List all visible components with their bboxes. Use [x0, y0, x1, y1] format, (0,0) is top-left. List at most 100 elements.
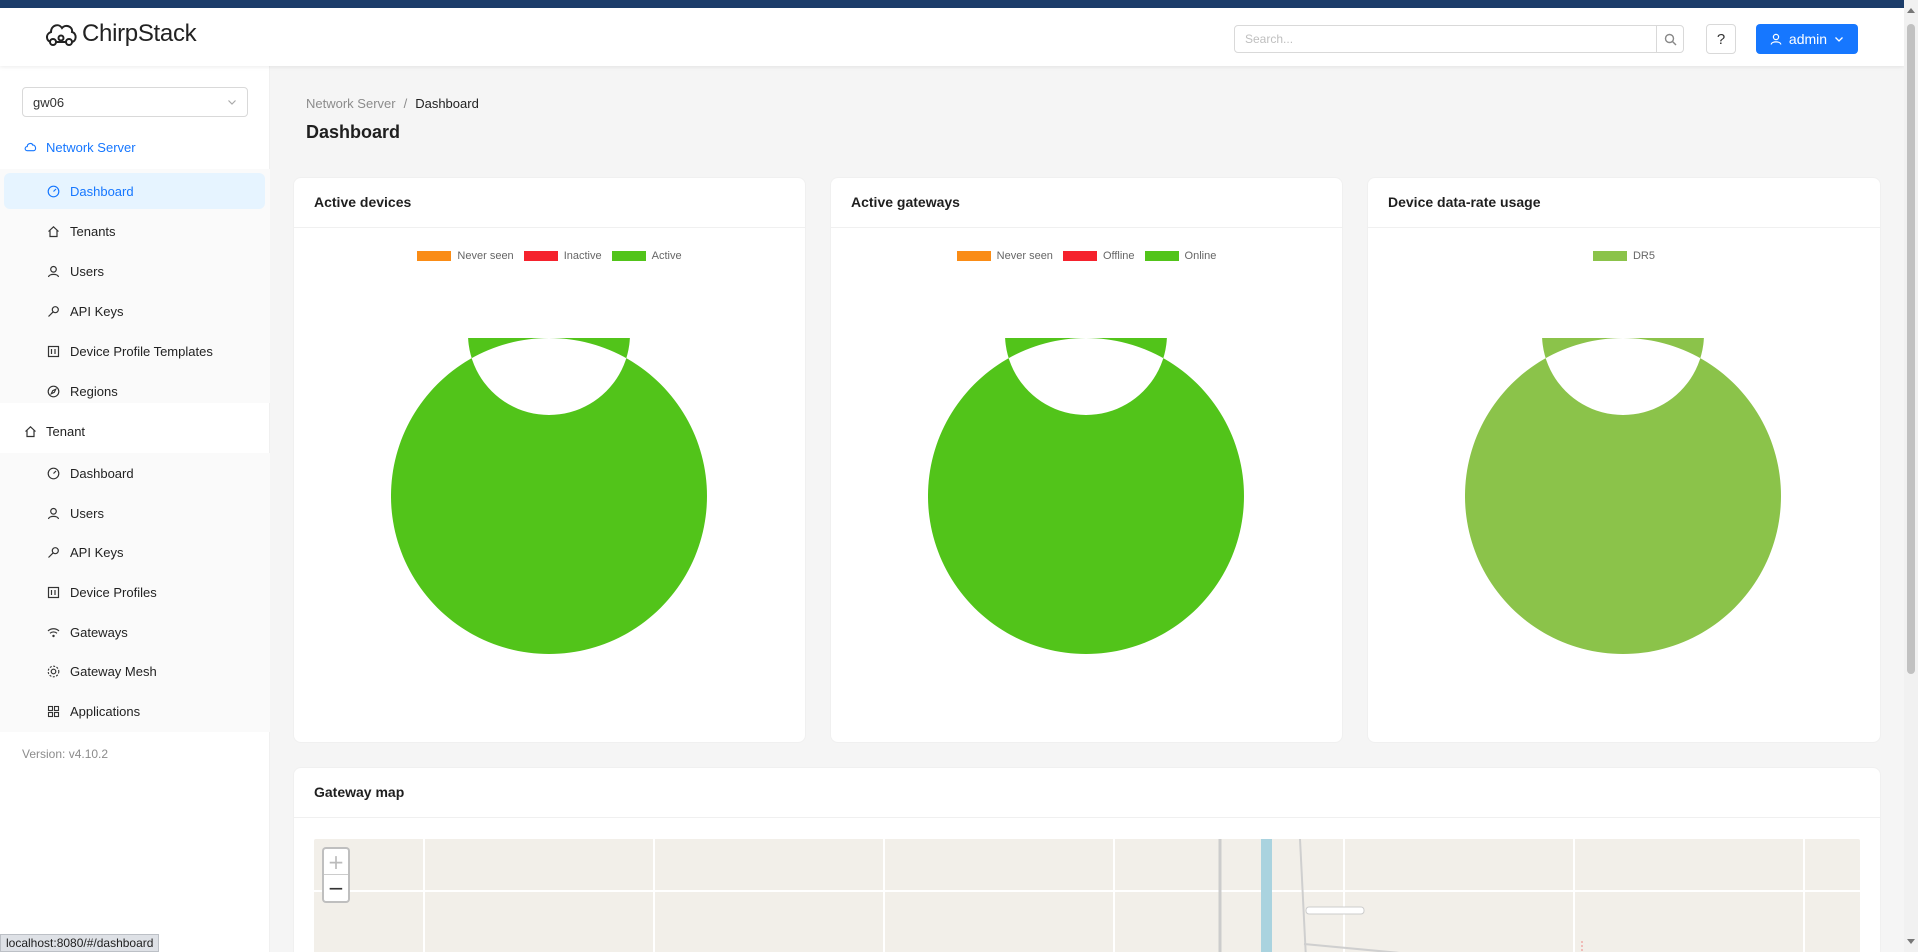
sidebar-item-tenant-api-keys[interactable]: API Keys — [4, 534, 265, 570]
sidebar-item-label: Gateway Mesh — [70, 663, 157, 679]
zoom-out-button[interactable]: − — [324, 875, 348, 901]
active-gateways-card: Active gateways Never seen Offline Onlin… — [830, 177, 1343, 743]
zoom-in-button[interactable]: + — [324, 849, 348, 875]
key-icon — [47, 305, 60, 318]
sidebar-item-label: Gateways — [70, 624, 128, 640]
profile-icon — [47, 345, 60, 358]
map-zoom-control: + − — [322, 847, 350, 903]
legend-label: Never seen — [457, 250, 514, 262]
sidebar-item-ns-api-keys[interactable]: API Keys — [4, 293, 265, 329]
sidebar-item-device-profile-templates[interactable]: Device Profile Templates — [4, 333, 265, 369]
search-icon — [1664, 33, 1676, 45]
sidebar-item-label: Applications — [70, 703, 141, 719]
breadcrumb-current: Dashboard — [415, 96, 479, 111]
help-button[interactable]: ? — [1706, 24, 1736, 54]
sidebar-item-label: Users — [70, 263, 104, 279]
chevron-down-icon — [228, 100, 236, 105]
apps-icon — [47, 705, 60, 718]
legend-item-never-seen[interactable]: Never seen — [956, 250, 1053, 262]
sidebar-item-ns-dashboard[interactable]: Dashboard — [4, 173, 265, 209]
home-icon — [24, 425, 37, 438]
user-icon — [47, 507, 60, 520]
card-title: Gateway map — [294, 768, 1880, 818]
key-icon — [47, 546, 60, 559]
data-rate-donut-chart — [1465, 338, 1781, 654]
sidebar-item-applications[interactable]: Applications — [4, 693, 265, 729]
sidebar-item-tenant-users[interactable]: Users — [4, 495, 265, 531]
legend-label: Offline — [1102, 250, 1135, 262]
legend-item-active[interactable]: Active — [611, 250, 682, 262]
legend-label: Online — [1184, 250, 1217, 262]
scroll-down-arrow-icon[interactable] — [1907, 939, 1915, 944]
gateway-map-card: Gateway map + − — [293, 767, 1881, 952]
legend-item-never-seen[interactable]: Never seen — [417, 250, 514, 262]
user-menu-label: admin — [1788, 31, 1828, 47]
sidebar-item-tenant-dashboard[interactable]: Dashboard — [4, 455, 265, 491]
menu-group-network-server[interactable]: Network Server — [0, 125, 270, 169]
home-icon — [47, 225, 60, 238]
sidebar-item-tenants[interactable]: Tenants — [4, 213, 265, 249]
main-content: Network Server / Dashboard Dashboard Act… — [270, 66, 1904, 952]
browser-top-stripe — [0, 0, 1918, 8]
legend-swatch — [523, 251, 558, 261]
menu-group-label: Tenant — [46, 423, 86, 439]
card-title: Device data-rate usage — [1368, 178, 1880, 228]
legend-item-offline[interactable]: Offline — [1062, 250, 1135, 262]
legend-label: DR5 — [1632, 250, 1655, 262]
sidebar-item-gateways[interactable]: Gateways — [4, 614, 265, 650]
sidebar-item-label: Device Profile Templates — [70, 343, 213, 359]
sidebar-item-label: Dashboard — [70, 465, 134, 481]
sidebar-item-regions[interactable]: Regions — [4, 373, 265, 409]
tenant-select-value: gw06 — [33, 94, 65, 110]
chirpstack-logo[interactable]: ChirpStack — [44, 20, 197, 48]
chart-legend: Never seen Inactive Active — [294, 250, 805, 262]
sidebar-item-label: Device Profiles — [70, 584, 157, 600]
scroll-up-arrow-icon[interactable] — [1907, 8, 1915, 13]
sidebar-item-label: Regions — [70, 383, 118, 399]
page-scrollbar[interactable] — [1904, 0, 1918, 952]
search-button[interactable] — [1656, 25, 1684, 53]
sidebar-item-ns-users[interactable]: Users — [4, 253, 265, 289]
menu-group-tenant[interactable]: Tenant — [0, 409, 270, 453]
cloud-icon — [24, 141, 37, 154]
scrollbar-thumb[interactable] — [1907, 24, 1915, 674]
active-gateways-donut-chart — [928, 338, 1244, 654]
legend-swatch — [611, 251, 646, 261]
breadcrumb-parent[interactable]: Network Server — [306, 96, 396, 111]
gateway-map[interactable]: + − — [314, 839, 1860, 952]
legend-swatch — [1592, 251, 1627, 261]
compass-icon — [47, 385, 60, 398]
logo-text: ChirpStack — [82, 20, 197, 47]
chart-legend: Never seen Offline Online — [831, 250, 1342, 262]
active-devices-card: Active devices Never seen Inactive Activ… — [293, 177, 806, 743]
user-menu-button[interactable]: admin — [1756, 24, 1858, 54]
data-rate-usage-card: Device data-rate usage DR5 — [1367, 177, 1881, 743]
dashboard-icon — [47, 185, 60, 198]
tenant-submenu: Dashboard Users API Keys Device Profiles… — [0, 453, 270, 732]
legend-item-dr5[interactable]: DR5 — [1592, 250, 1655, 262]
legend-item-inactive[interactable]: Inactive — [523, 250, 602, 262]
breadcrumb: Network Server / Dashboard — [306, 96, 479, 111]
card-title: Active devices — [294, 178, 805, 228]
search-input[interactable] — [1234, 25, 1657, 53]
breadcrumb-separator: / — [403, 96, 408, 111]
cloud-logo-icon — [46, 24, 77, 46]
legend-item-online[interactable]: Online — [1144, 250, 1217, 262]
mesh-icon — [47, 665, 60, 678]
card-title: Active gateways — [831, 178, 1342, 228]
map-tiles — [314, 839, 1860, 952]
sidebar-item-label: Users — [70, 505, 104, 521]
tenant-select[interactable]: gw06 — [22, 87, 248, 117]
sidebar-item-label: API Keys — [70, 303, 124, 319]
sidebar-item-label: Dashboard — [70, 183, 134, 199]
sidebar-item-gateway-mesh[interactable]: Gateway Mesh — [4, 653, 265, 689]
sidebar-item-device-profiles[interactable]: Device Profiles — [4, 574, 265, 610]
version-label: Version: v4.10.2 — [22, 747, 109, 761]
legend-swatch — [1062, 251, 1097, 261]
legend-swatch — [1144, 251, 1179, 261]
header-bar: ChirpStack ? admin — [0, 8, 1904, 66]
active-devices-donut-chart — [391, 338, 707, 654]
legend-swatch — [417, 251, 452, 261]
legend-swatch — [956, 251, 991, 261]
chevron-down-icon — [1835, 37, 1844, 42]
